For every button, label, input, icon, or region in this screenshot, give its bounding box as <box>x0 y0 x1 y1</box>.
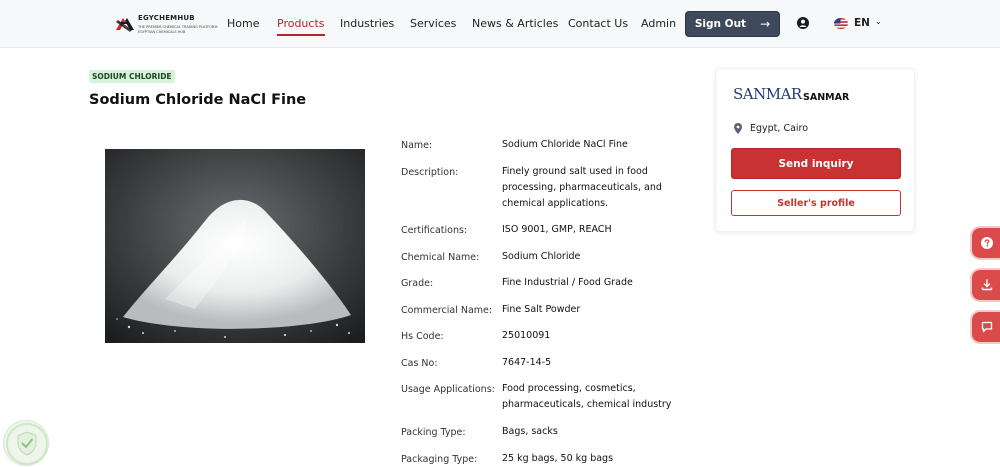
logo-tagline: THE PREMIER CHEMICAL TRADING PLATFORM <box>138 25 218 29</box>
question-icon <box>981 237 993 249</box>
nav-link-home[interactable]: Home <box>227 17 259 30</box>
logo-tagline-secondary: EGYPTIAN CHEMICALS HUB <box>138 30 186 34</box>
sign-out-label: Sign Out <box>694 18 747 30</box>
download-side-button[interactable] <box>972 270 1000 300</box>
seller-card: SANMAR SANMAR Egypt, Cairo Send inquiry … <box>715 68 915 232</box>
help-side-button[interactable] <box>972 228 1000 258</box>
seller-logo[interactable]: SANMAR <box>733 85 802 103</box>
product-image[interactable] <box>105 149 365 343</box>
spec-label-packaging-type: Packaging Type: <box>401 454 478 465</box>
sign-out-button[interactable]: Sign Out → <box>685 11 780 37</box>
nav-link-contact-us[interactable]: Contact Us <box>568 17 628 30</box>
spec-value-name: Sodium Chloride NaCl Fine <box>502 139 628 150</box>
spec-label-packing-type: Packing Type: <box>401 427 466 438</box>
nav-link-services[interactable]: Services <box>410 17 456 30</box>
user-circle-icon[interactable] <box>797 17 809 29</box>
spec-value-usage-applications: Food processing, cosmetics, pharmaceutic… <box>502 383 672 410</box>
spec-label-grade: Grade: <box>401 278 434 289</box>
spec-label-commercial-name: Commercial Name: <box>401 305 493 316</box>
top-navbar: EGYCHEMHUB THE PREMIER CHEMICAL TRADING … <box>0 0 1000 48</box>
nav-link-admin[interactable]: Admin <box>641 17 676 30</box>
arrow-right-icon: → <box>760 17 771 31</box>
category-badge[interactable]: SODIUM CHLORIDE <box>89 70 175 83</box>
spec-value-description: Finely ground salt used in food processi… <box>502 166 662 209</box>
nav-link-news-articles[interactable]: News & Articles <box>472 17 558 30</box>
spec-value-cas-no: 7647-14-5 <box>502 357 552 368</box>
spec-value-packaging-type: 25 kg bags, 50 kg bags <box>502 453 614 464</box>
spec-label-certifications: Certifications: <box>401 225 468 236</box>
us-flag-icon[interactable] <box>834 18 848 29</box>
spec-value-certifications: ISO 9001, GMP, REACH <box>502 224 612 235</box>
language-selector[interactable]: EN <box>854 17 870 29</box>
logo-text: EGYCHEMHUB <box>138 14 195 22</box>
nav-link-products[interactable]: Products <box>277 17 325 36</box>
location-pin-icon <box>734 123 742 134</box>
trust-badge[interactable] <box>3 420 49 466</box>
spec-value-commercial-name: Fine Salt Powder <box>502 304 581 315</box>
spec-label-description: Description: <box>401 167 459 178</box>
site-logo[interactable]: EGYCHEMHUB THE PREMIER CHEMICAL TRADING … <box>116 13 218 35</box>
spec-value-hs-code: 25010091 <box>502 330 551 341</box>
chat-icon <box>981 321 993 333</box>
logo-mark-icon <box>116 18 134 32</box>
shield-check-icon <box>6 423 48 465</box>
spec-value-packing-type: Bags, sacks <box>502 426 558 437</box>
send-inquiry-button[interactable]: Send inquiry <box>731 148 901 179</box>
spec-value-chemical-name: Sodium Chloride <box>502 251 581 262</box>
nav-link-industries[interactable]: Industries <box>340 17 394 30</box>
spec-label-hs-code: Hs Code: <box>401 331 444 342</box>
seller-profile-button[interactable]: Seller's profile <box>731 190 901 216</box>
spec-label-chemical-name: Chemical Name: <box>401 252 480 263</box>
seller-name[interactable]: SANMAR <box>803 92 849 103</box>
spec-label-name: Name: <box>401 140 433 151</box>
chat-side-button[interactable] <box>972 312 1000 342</box>
seller-location: Egypt, Cairo <box>750 123 809 134</box>
download-icon <box>981 279 993 291</box>
spec-value-grade: Fine Industrial / Food Grade <box>502 277 633 288</box>
salt-pile-illustration <box>105 149 365 343</box>
product-title: Sodium Chloride NaCl Fine <box>89 92 307 108</box>
spec-label-cas-no: Cas No: <box>401 358 438 369</box>
chevron-down-icon[interactable]: ⌄ <box>875 17 882 26</box>
spec-label-usage-applications: Usage Applications: <box>401 384 495 395</box>
